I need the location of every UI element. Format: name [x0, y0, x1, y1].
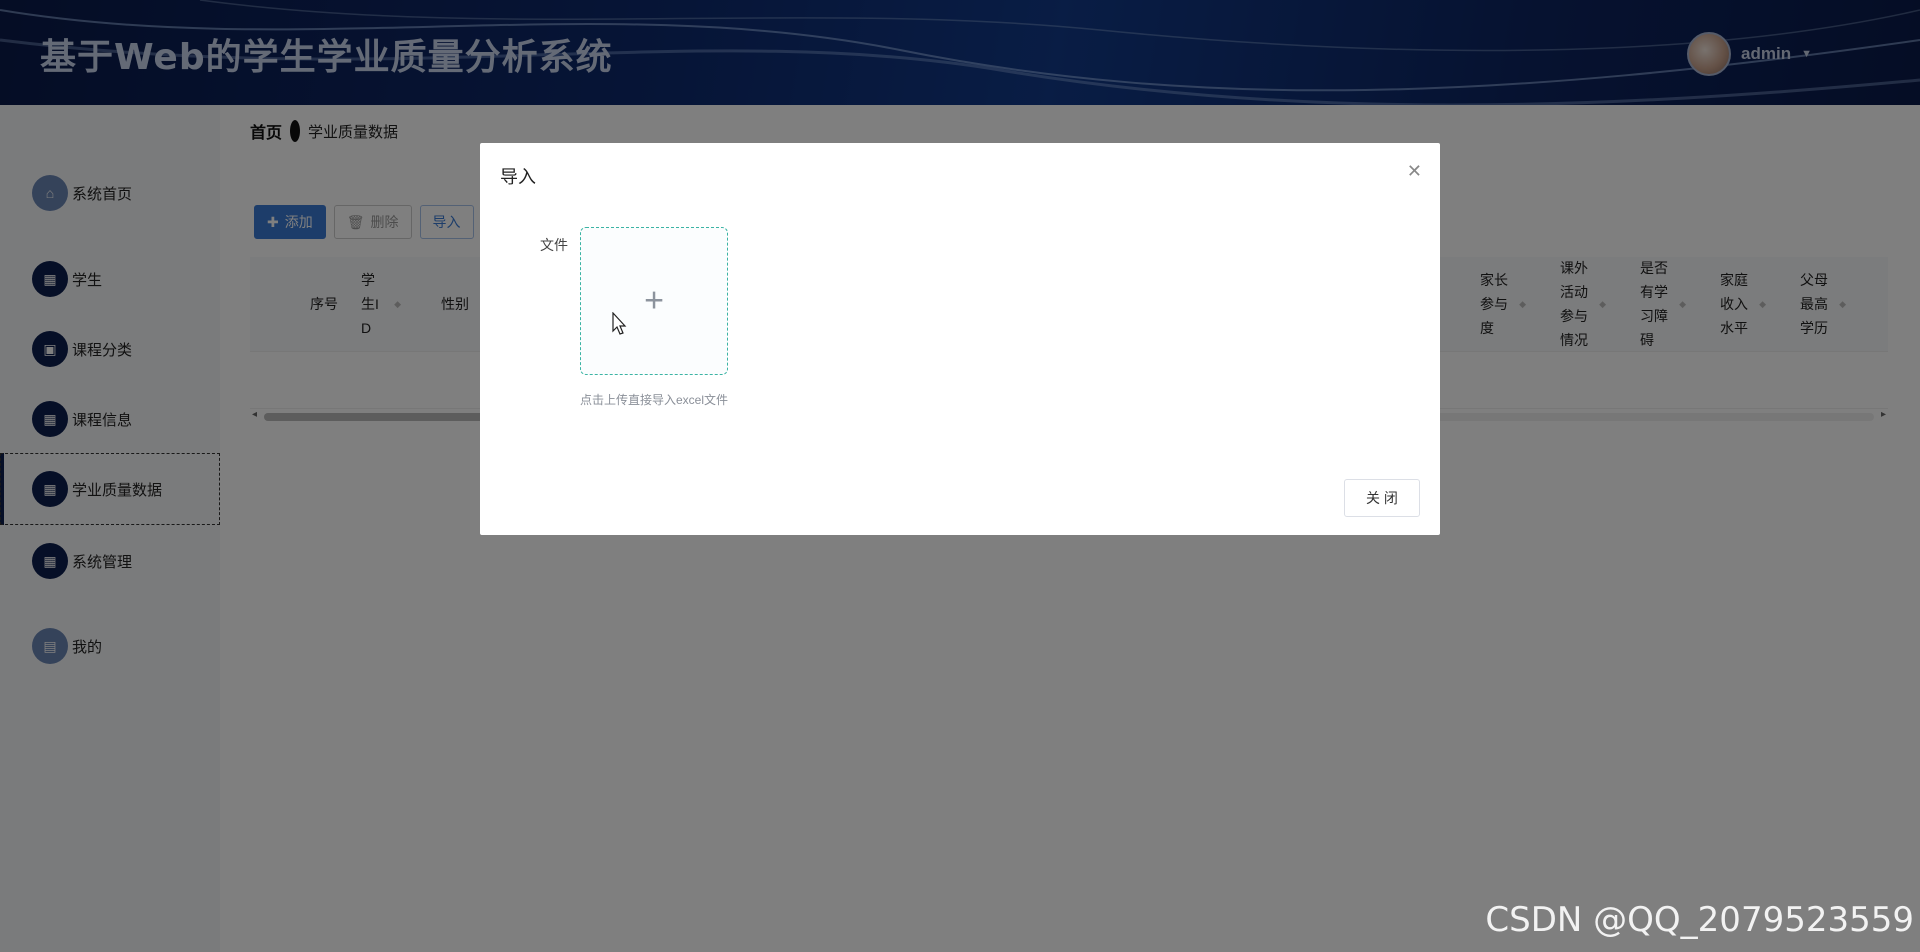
- close-icon[interactable]: ✕: [1407, 161, 1422, 182]
- file-field-label: 文件: [540, 237, 568, 253]
- import-dialog: 导入 ✕ 文件 + 点击上传直接导入excel文件 关 闭: [480, 143, 1440, 535]
- dialog-title: 导入: [500, 167, 536, 187]
- mouse-cursor-icon: [612, 312, 627, 335]
- file-upload-area[interactable]: +: [580, 227, 728, 375]
- upload-tip: 点击上传直接导入excel文件: [580, 393, 729, 407]
- watermark: CSDN @QQ_2079523559: [1485, 900, 1914, 940]
- plus-icon: +: [644, 281, 664, 320]
- close-button[interactable]: 关 闭: [1344, 479, 1420, 517]
